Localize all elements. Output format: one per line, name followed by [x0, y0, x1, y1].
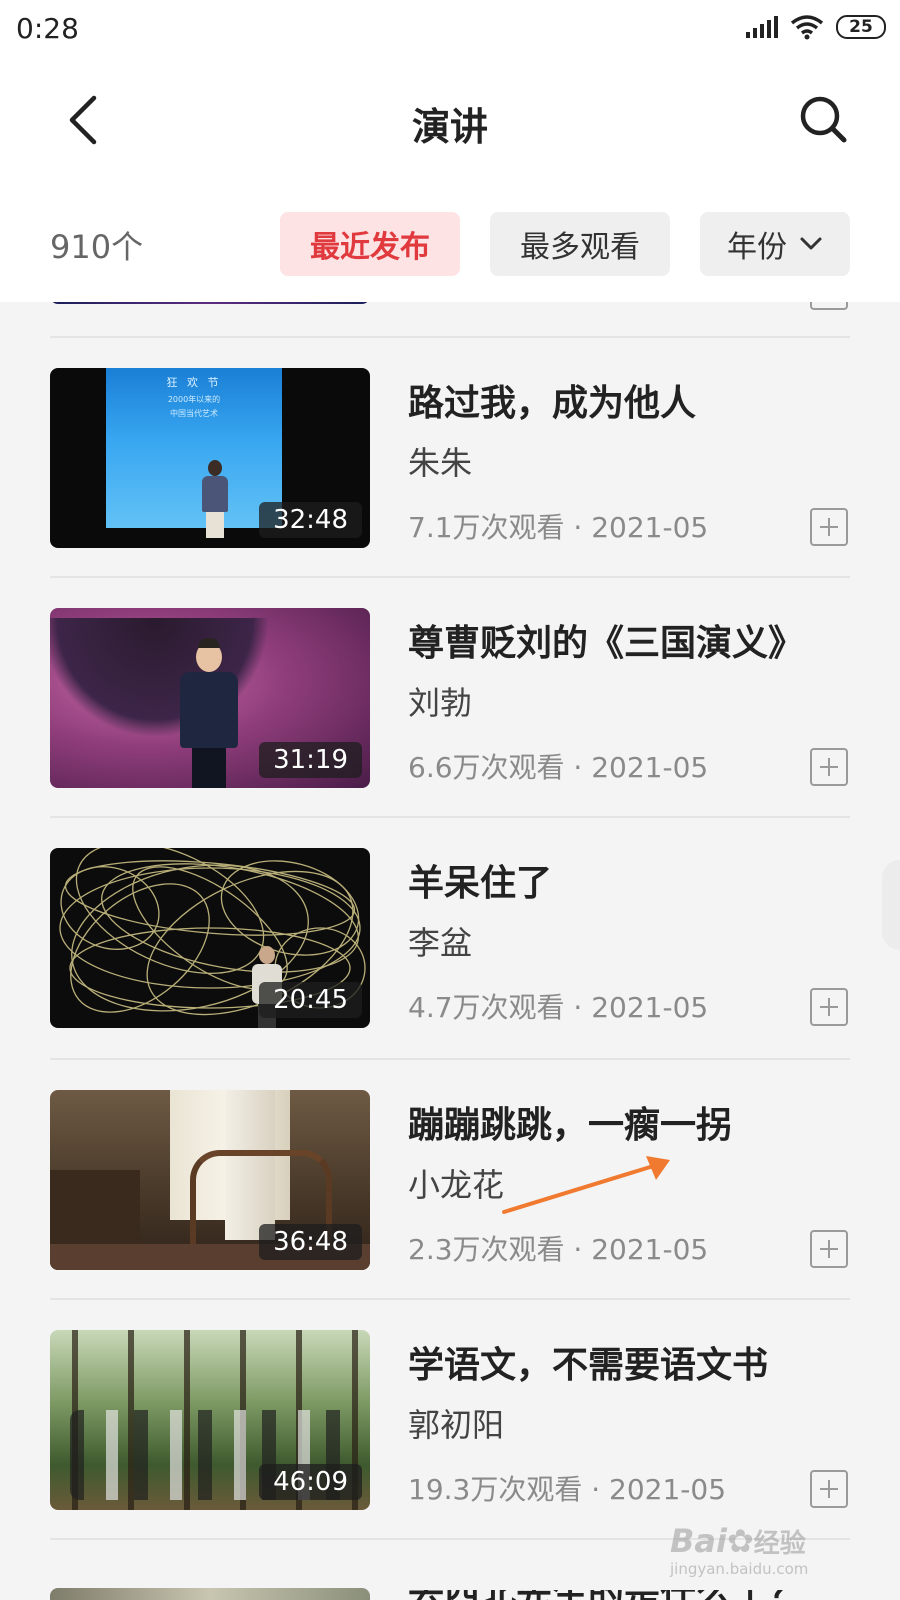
search-icon: [800, 96, 847, 143]
video-list[interactable]: 狂 欢 节 2000年以来的 中国当代艺术 32:48 路过我，成为他人 朱朱 …: [0, 302, 900, 1600]
status-time: 0:28: [16, 12, 79, 45]
video-thumbnail[interactable]: 31:19: [50, 608, 370, 788]
video-meta: 6.6万次观看 · 2021-05: [408, 751, 709, 784]
video-title[interactable]: 羊呆住了: [408, 854, 552, 906]
video-duration: 31:19: [259, 742, 362, 778]
video-title[interactable]: 尊曹贬刘的《三国演义》: [408, 614, 804, 666]
chevron-down-icon: [800, 237, 822, 250]
video-meta: 7.1万次观看 · 2021-05: [408, 511, 709, 544]
filter-bar: 910个 最近发布 最多观看 年份: [0, 178, 900, 302]
video-thumbnail[interactable]: 20:45: [50, 848, 370, 1028]
speaker-figure: [200, 460, 228, 538]
add-to-list-button[interactable]: [810, 988, 848, 1026]
side-scroll-handle[interactable]: [882, 860, 900, 950]
battery-icon: 25: [836, 15, 886, 39]
stage-line-1: 狂 欢 节: [166, 376, 222, 389]
video-duration: 46:09: [259, 1464, 362, 1500]
video-author: 郭初阳: [408, 1406, 505, 1444]
speaker-figure: [176, 638, 242, 788]
list-item[interactable]: 31:19 尊曹贬刘的《三国演义》 刘勃 6.6万次观看 · 2021-05: [0, 608, 900, 788]
video-thumbnail[interactable]: 46:09: [50, 1330, 370, 1510]
video-duration: 32:48: [259, 502, 362, 538]
sort-most-viewed-button[interactable]: 最多观看: [490, 212, 670, 276]
video-meta: 19.3万次观看 · 2021-05: [408, 1473, 727, 1506]
list-item[interactable]: 20:45 羊呆住了 李盆 4.7万次观看 · 2021-05: [0, 848, 900, 1028]
divider: [50, 816, 850, 818]
video-duration: 36:48: [259, 1224, 362, 1260]
add-to-list-button[interactable]: [810, 1470, 848, 1508]
year-dropdown[interactable]: 年份: [700, 212, 850, 276]
watermark-brand-text: Bai: [670, 1522, 727, 1560]
watermark-url: jingyan.baidu.com: [670, 1560, 809, 1578]
page-title: 演讲: [411, 105, 488, 149]
video-author: 李盆: [408, 924, 473, 962]
stage-line-3: 中国当代艺术: [170, 409, 218, 418]
status-bar: 0:28 25: [0, 0, 900, 62]
list-item[interactable]: 46:09 学语文，不需要语文书 郭初阳 19.3万次观看 · 2021-05: [0, 1330, 900, 1510]
divider: [50, 1298, 850, 1300]
divider: [50, 336, 850, 338]
sort-most-viewed-label: 最多观看: [520, 230, 640, 265]
add-to-list-button[interactable]: [810, 508, 848, 546]
search-button[interactable]: [796, 92, 852, 148]
signal-icon: [746, 16, 778, 38]
video-author: 朱朱: [408, 444, 473, 482]
wifi-icon: [790, 15, 824, 40]
stage-screen: 狂 欢 节 2000年以来的 中国当代艺术: [106, 368, 282, 528]
divider: [50, 1058, 850, 1060]
watermark-brand-cn: 经验: [753, 1529, 806, 1559]
stage-line-2: 2000年以来的: [167, 395, 221, 404]
list-item[interactable]: 狂 欢 节 2000年以来的 中国当代艺术 32:48 路过我，成为他人 朱朱 …: [0, 368, 900, 548]
sort-recent-label: 最近发布: [310, 230, 430, 265]
result-count: 910个: [50, 228, 144, 266]
video-thumbnail[interactable]: 36:48: [50, 1090, 370, 1270]
video-author: 小龙花: [408, 1166, 505, 1204]
annotation-arrow: [502, 1156, 670, 1214]
app-header: 演讲: [0, 62, 900, 178]
video-meta: 4.7万次观看 · 2021-05: [408, 991, 709, 1024]
paw-icon: ✿: [726, 1522, 754, 1560]
video-duration: 20:45: [259, 982, 362, 1018]
video-title[interactable]: 路过我，成为他人: [408, 374, 696, 426]
list-item[interactable]: 36:48 蹦蹦跳跳，一瘸一拐 小龙花 2.3万次观看 · 2021-05: [0, 1090, 900, 1270]
watermark-brand: Bai✿经验: [670, 1522, 840, 1560]
previous-item-thumbnail[interactable]: [50, 302, 370, 304]
battery-level: 25: [849, 16, 873, 37]
video-author: 刘勃: [408, 684, 473, 722]
add-to-list-button[interactable]: [810, 748, 848, 786]
status-icons: 25: [744, 14, 886, 40]
next-item-thumbnail[interactable]: [50, 1588, 370, 1600]
video-title[interactable]: 蹦蹦跳跳，一瘸一拐: [408, 1096, 732, 1148]
previous-item-add-button[interactable]: [810, 302, 848, 310]
divider: [50, 576, 850, 578]
add-to-list-button[interactable]: [810, 1230, 848, 1268]
video-title[interactable]: 学语文，不需要语文书: [408, 1336, 768, 1388]
video-thumbnail[interactable]: 狂 欢 节 2000年以来的 中国当代艺术 32:48: [50, 368, 370, 548]
baidu-watermark: Bai✿经验 jingyan.baidu.com: [670, 1522, 840, 1592]
year-dropdown-label: 年份: [727, 230, 787, 265]
video-meta: 2.3万次观看 · 2021-05: [408, 1233, 709, 1266]
sort-recent-button[interactable]: 最近发布: [280, 212, 460, 276]
